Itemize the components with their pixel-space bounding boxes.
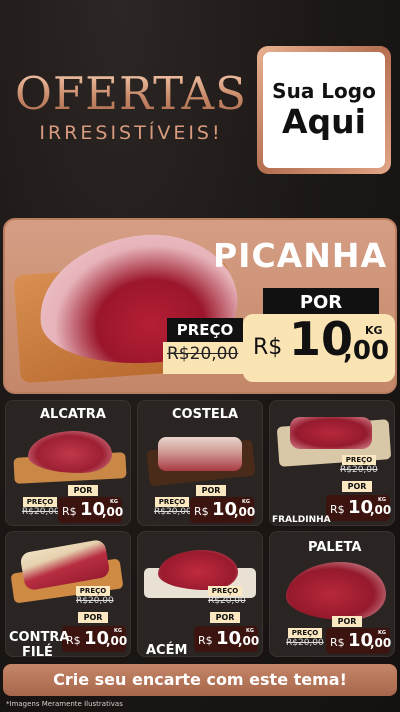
disclaimer-text: *Imagens Meramente Ilustrativas	[6, 700, 123, 708]
price-decimal: ,00	[106, 634, 128, 648]
product-card-acem[interactable]: PREÇO R$20,00 POR R$ 10 ,00 KG ACÉM	[137, 531, 263, 657]
unit: KG	[110, 499, 118, 505]
hero-old-price-box: R$20,00	[163, 342, 245, 374]
fraldinha-meat-image	[290, 417, 372, 449]
hero-old-price: R$20,00	[167, 344, 239, 364]
product-name: ACÉM	[146, 643, 188, 657]
por-label: POR	[196, 485, 226, 496]
preco-label: PREÇO	[155, 497, 189, 507]
unit: KG	[378, 497, 386, 503]
price-box: R$ 10 ,00 KG	[194, 626, 260, 652]
unit: KG	[114, 628, 122, 634]
old-price: R$20,00	[286, 638, 324, 648]
product-name: ALCATRA	[40, 407, 106, 422]
old-price: R$20,00	[76, 596, 114, 606]
old-price: R$20,00	[154, 507, 192, 517]
product-card-costela[interactable]: COSTELA POR PREÇO R$20,00 R$ 10 ,00 KG	[137, 400, 263, 526]
paleta-meat-image	[286, 562, 386, 620]
por-label: POR	[210, 612, 240, 623]
currency: R$	[330, 636, 345, 649]
product-name-line2: FILÉ	[22, 645, 53, 657]
price-decimal: ,00	[238, 634, 260, 648]
currency: R$	[198, 634, 213, 647]
preco-label: PREÇO	[76, 586, 110, 596]
currency: R$	[330, 503, 345, 516]
hero-price-decimal: ,00	[343, 336, 390, 366]
unit: KG	[242, 499, 250, 505]
product-card-fraldinha[interactable]: PREÇO R$20,00 POR R$ 10 ,00 KG FRALDINHA	[269, 400, 395, 526]
product-name-line1: CONTRA	[9, 630, 70, 645]
logo-text-line2: Aqui	[282, 102, 366, 141]
product-name: PALETA	[308, 540, 362, 555]
preco-label: PREÇO	[208, 586, 242, 596]
por-label: POR	[342, 481, 372, 492]
old-price: R$20,00	[340, 465, 378, 475]
hero-card-picanha[interactable]: PICANHA POR R$ 10 ,00 KG PREÇO R$20,00	[3, 218, 397, 394]
por-label: POR	[68, 485, 98, 496]
acem-meat-image	[158, 550, 238, 590]
product-card-alcatra[interactable]: ALCATRA POR PREÇO R$20,00 R$ 10 ,00 KG	[5, 400, 131, 526]
product-name: COSTELA	[172, 407, 239, 422]
hero-currency: R$	[253, 335, 283, 360]
hero-preco-label: PREÇO	[167, 318, 243, 342]
product-name: FRALDINHA	[272, 515, 331, 525]
price-decimal: ,00	[370, 636, 392, 650]
old-price: R$20,00	[208, 596, 246, 606]
headline-title: OFERTAS	[6, 70, 256, 118]
price-decimal: ,00	[102, 505, 124, 519]
por-label: POR	[78, 612, 108, 623]
price-box: R$ 10 ,00 KG	[58, 497, 124, 523]
hero-unit: KG	[365, 324, 383, 337]
product-card-paleta[interactable]: PALETA POR PREÇO R$20,00 R$ 10 ,00 KG	[269, 531, 395, 657]
hero-price-box: R$ 10 ,00 KG	[243, 312, 395, 382]
preco-label: PREÇO	[288, 628, 322, 638]
logo-text-line1: Sua Logo	[272, 79, 376, 103]
price-box: R$ 10 ,00 KG	[326, 628, 392, 654]
currency: R$	[62, 505, 77, 518]
costela-meat-image	[158, 437, 242, 471]
create-flyer-button[interactable]: Crie seu encarte com este tema!	[3, 664, 397, 696]
flyer: OFERTAS IRRESISTÍVEIS! Sua Logo Aqui PIC…	[0, 0, 400, 712]
por-label: POR	[332, 616, 362, 627]
product-card-contra-file[interactable]: PREÇO R$20,00 POR R$ 10 ,00 KG CONTRA FI…	[5, 531, 131, 657]
alcatra-meat-image	[28, 431, 112, 473]
price-decimal: ,00	[234, 505, 256, 519]
price-box: R$ 10 ,00 KG	[190, 497, 256, 523]
logo-box: Sua Logo Aqui	[263, 52, 385, 168]
preco-label: PREÇO	[342, 455, 376, 465]
currency: R$	[194, 505, 209, 518]
price-box: R$ 10 ,00 KG	[62, 626, 128, 652]
old-price: R$20,00	[22, 507, 60, 517]
hero-product-name: PICANHA	[213, 236, 387, 275]
unit: KG	[246, 628, 254, 634]
preco-label: PREÇO	[23, 497, 57, 507]
unit: KG	[378, 630, 386, 636]
headline-subtitle: IRRESISTÍVEIS!	[39, 122, 223, 144]
logo-placeholder[interactable]: Sua Logo Aqui	[257, 46, 391, 174]
price-decimal: ,00	[370, 503, 392, 517]
price-box: R$ 10 ,00 KG	[326, 495, 392, 521]
